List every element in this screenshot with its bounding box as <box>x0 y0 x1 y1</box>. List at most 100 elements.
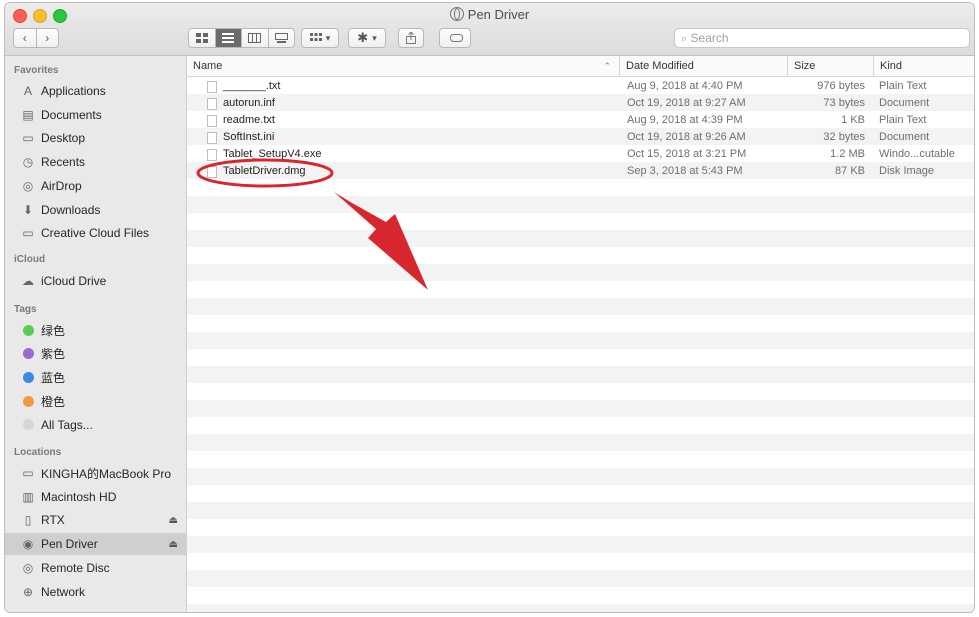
tags-header: Tags <box>14 304 37 315</box>
column-view-button[interactable] <box>242 29 269 47</box>
file-size: 73 bytes <box>823 97 865 109</box>
file-name: autorun.inf <box>223 97 275 109</box>
tag-color-dot <box>22 419 34 431</box>
sidebar-item[interactable]: ▭ KINGHA的MacBook Pro <box>5 462 186 484</box>
sidebar-item[interactable]: ▭ Creative Cloud Files <box>5 222 186 244</box>
sort-chevron-icon: ⌃ <box>603 61 611 71</box>
search-input[interactable]: ⌕ Search <box>674 28 970 48</box>
locations-header: Locations <box>14 447 62 458</box>
sidebar-item[interactable]: ◉ Pen Driver ⏏ <box>5 533 186 556</box>
file-kind: Plain Text <box>879 114 927 126</box>
sidebar-item[interactable]: ☁ iCloud Drive <box>5 270 186 292</box>
gear-icon: ✱ <box>357 30 369 45</box>
file-row[interactable]: readme.txt Aug 9, 2018 at 4:39 PM 1 KB Plai… <box>187 112 974 129</box>
column-header-name[interactable]: Name ⌃ <box>187 56 619 76</box>
sidebar-item[interactable]: ▭ Desktop <box>5 127 186 149</box>
sidebar-item-label: Downloads <box>41 202 101 217</box>
sidebar-item-label: 绿色 <box>41 323 66 338</box>
file-name-cell: SoftInst.ini <box>207 129 274 146</box>
file-row[interactable]: Tablet_SetupV4.exe Oct 15, 2018 at 3:21 P… <box>187 146 974 163</box>
tag-color-dot <box>22 371 34 383</box>
file-kind: Document <box>879 97 930 109</box>
sidebar-item-label: 蓝色 <box>41 370 66 385</box>
gallery-view-button[interactable] <box>269 29 295 47</box>
tag-button[interactable] <box>439 28 471 48</box>
sidebar-item-label: 橙色 <box>41 394 66 409</box>
file-name-cell: TabletDriver.dmg <box>207 163 306 180</box>
file-size: 976 bytes <box>817 80 865 92</box>
file-date: Sep 3, 2018 at 5:43 PM <box>627 165 743 177</box>
sidebar-item[interactable]: 紫色 <box>5 343 186 365</box>
network-icon: ⊕ <box>22 584 34 599</box>
sidebar-item-label: AirDrop <box>41 178 82 193</box>
file-name-cell: Tablet_SetupV4.exe <box>207 146 321 163</box>
tag-color-dot <box>22 324 34 336</box>
sidebar-item[interactable]: 绿色 <box>5 319 186 341</box>
column-header-kind[interactable]: Kind <box>873 56 974 76</box>
file-icon <box>207 97 217 110</box>
list-view-icon <box>222 33 235 43</box>
file-list: _______.txt Aug 9, 2018 at 4:40 PM 976 byt… <box>187 77 974 612</box>
tag-dot-icon <box>21 347 35 361</box>
sidebar-item[interactable]: 橙色 <box>5 390 186 412</box>
chevron-down-icon: ▾ <box>372 32 377 43</box>
disc-icon: ◉ <box>22 537 34 552</box>
downloads-icon: ⬇ <box>22 202 34 217</box>
sidebar-item-label: All Tags... <box>41 417 93 432</box>
sidebar-item-label: Creative Cloud Files <box>41 226 150 241</box>
sidebar-item[interactable]: All Tags... <box>5 414 186 436</box>
sidebar-item-label: Remote Disc <box>41 560 110 575</box>
sidebar-item-label: Applications <box>41 84 106 98</box>
column-header-date[interactable]: Date Modified <box>619 56 787 76</box>
sidebar-item[interactable]: ▤ Documents <box>5 104 186 126</box>
sidebar-item[interactable]: ◷ Recents <box>5 151 186 173</box>
list-header: Name ⌃ Date Modified Size Kind <box>187 56 974 77</box>
eject-icon[interactable]: ⏏ <box>169 515 178 526</box>
tag-dot-icon <box>21 418 35 432</box>
finder-window: Pen Driver ‹ › ▾ ✱ ▾ ⌕ Search Favorites … <box>4 2 975 613</box>
file-kind: Document <box>879 131 930 143</box>
share-button[interactable] <box>398 28 424 48</box>
action-button[interactable]: ✱ ▾ <box>348 28 386 48</box>
titlebar: Pen Driver ‹ › ▾ ✱ ▾ ⌕ Search <box>5 3 974 56</box>
file-name: readme.txt <box>223 114 275 126</box>
applications-icon: A <box>23 84 32 98</box>
file-name: TabletDriver.dmg <box>223 165 306 177</box>
forward-button[interactable]: › <box>37 29 59 47</box>
file-name: SoftInst.ini <box>223 131 275 143</box>
hard-drive-icon: ▥ <box>22 489 34 504</box>
sidebar-item[interactable]: ◎ AirDrop <box>5 175 186 197</box>
chevron-down-icon: ▾ <box>325 32 331 43</box>
file-date: Oct 15, 2018 at 3:21 PM <box>627 148 747 160</box>
window-title: Pen Driver <box>5 7 974 22</box>
sidebar-item[interactable]: ▯ RTX ⏏ <box>5 509 186 531</box>
file-size: 1 KB <box>841 114 865 126</box>
file-icon <box>207 165 217 178</box>
recents-icon: ◷ <box>22 155 34 170</box>
file-row[interactable]: autorun.inf Oct 19, 2018 at 9:27 AM 73 byt… <box>187 95 974 112</box>
sidebar-item[interactable]: 蓝色 <box>5 366 186 388</box>
eject-icon[interactable]: ⏏ <box>169 539 178 550</box>
column-header-size[interactable]: Size <box>787 56 873 76</box>
file-row[interactable]: TabletDriver.dmg Sep 3, 2018 at 5:43 PM 87… <box>187 163 974 180</box>
file-date: Oct 19, 2018 at 9:27 AM <box>627 97 746 109</box>
globe-icon <box>449 7 464 21</box>
sidebar-item[interactable]: ◎ Remote Disc <box>5 557 186 579</box>
file-kind: Plain Text <box>879 80 927 92</box>
file-row[interactable]: _______.txt Aug 9, 2018 at 4:40 PM 976 byt… <box>187 78 974 95</box>
sidebar-item[interactable]: ⬇ Downloads <box>5 199 186 221</box>
sidebar-item-label: Network <box>41 584 86 599</box>
sidebar-item-label: Desktop <box>41 131 86 146</box>
icon-view-button[interactable] <box>189 29 216 47</box>
file-icon <box>207 114 217 127</box>
list-view-button[interactable] <box>215 29 242 47</box>
sidebar-item[interactable]: ▥ Macintosh HD <box>5 486 186 508</box>
back-button[interactable]: ‹ <box>14 29 37 47</box>
sidebar-item[interactable]: ⊕ Network <box>5 581 186 603</box>
icloud-header: iCloud <box>14 254 46 265</box>
tag-dot-icon <box>21 370 35 384</box>
sidebar-item[interactable]: A Applications <box>5 80 186 102</box>
tag-color-dot <box>22 348 34 360</box>
group-by-button[interactable]: ▾ <box>301 28 339 48</box>
file-row[interactable]: SoftInst.ini Oct 19, 2018 at 9:26 AM 32 by… <box>187 129 974 146</box>
